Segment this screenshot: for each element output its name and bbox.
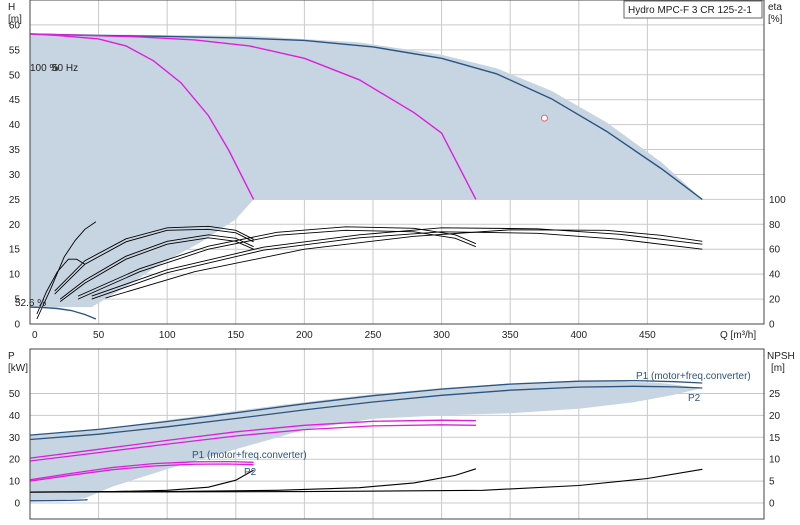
speed-low-label: 52.6 % xyxy=(15,298,46,309)
x-tick-label-150: 150 xyxy=(227,330,244,341)
freq-50hz-label: 50 Hz xyxy=(52,63,78,74)
h-tick-label-25: 25 xyxy=(9,195,21,206)
x-tick-label-200: 200 xyxy=(296,330,313,341)
h-tick-label-45: 45 xyxy=(9,95,21,106)
x-tick-label-400: 400 xyxy=(570,330,587,341)
lower-left-axis-unit: [kW] xyxy=(8,363,28,374)
x-tick-label-250: 250 xyxy=(365,330,382,341)
h-tick-label-20: 20 xyxy=(9,220,21,231)
x-tick-label-0: 0 xyxy=(32,330,38,341)
h-tick-label-40: 40 xyxy=(9,120,21,131)
lower-plot-area xyxy=(29,379,703,502)
lower-right-axis-label: NPSH xyxy=(767,351,795,362)
p-tick-label-30: 30 xyxy=(9,433,21,444)
upper-left-axis-unit: [m] xyxy=(8,14,22,25)
chart-canvas: 0 50 100 150 200 250 300 350 400 4500510152025303… xyxy=(8,0,795,520)
eta-tick-label-60: 60 xyxy=(769,245,781,256)
p-tick-label-0: 0 xyxy=(14,499,20,510)
upper-right-axis-label: eta xyxy=(768,2,782,13)
npsh-tick-label-0: 0 xyxy=(769,499,775,510)
eta-tick-label-100: 100 xyxy=(769,195,786,206)
x-tick-label-300: 300 xyxy=(433,330,450,341)
eta-tick-label-20: 20 xyxy=(769,295,781,306)
h-tick-label-50: 50 xyxy=(9,70,21,81)
upper-left-axis-label: H xyxy=(8,2,15,13)
x-tick-label-50: 50 xyxy=(93,330,105,341)
h-tick-label-30: 30 xyxy=(9,170,21,181)
chart-title: Hydro MPC-F 3 CR 125-2-1 xyxy=(628,5,752,16)
x-tick-label-350: 350 xyxy=(502,330,519,341)
x-tick-label-450: 450 xyxy=(639,330,656,341)
upper-right-axis-unit: [%] xyxy=(768,14,783,25)
p-tick-label-10: 10 xyxy=(9,477,21,488)
npsh-tick-label-5: 5 xyxy=(769,477,775,488)
p2-lower-label: P2 xyxy=(244,467,257,478)
pump-performance-chart: 0 50 100 150 200 250 300 350 400 450 0 5 10 15 20 25 30 3… xyxy=(0,0,800,525)
npsh-tick-label-25: 25 xyxy=(769,389,781,400)
upper-plot-area xyxy=(29,33,703,320)
h-tick-label-0: 0 xyxy=(14,320,20,331)
lower-left-axis-label: P xyxy=(8,351,15,362)
eta-tick-label-40: 40 xyxy=(769,270,781,281)
npsh-tick-label-15: 15 xyxy=(769,433,781,444)
h-tick-label-35: 35 xyxy=(9,145,21,156)
duty-point-marker xyxy=(540,114,548,122)
npsh-tick-label-20: 20 xyxy=(769,411,781,422)
p-tick-label-40: 40 xyxy=(9,411,21,422)
x-axis-label: Q [m³/h] xyxy=(720,330,756,341)
p-tick-label-50: 50 xyxy=(9,389,21,400)
eta-tick-label-80: 80 xyxy=(769,220,781,231)
p1-lower-label: P1 (motor+freq.converter) xyxy=(192,450,307,461)
h-tick-label-55: 55 xyxy=(9,45,21,56)
p-tick-label-20: 20 xyxy=(9,455,21,466)
lower-right-axis-unit: [m] xyxy=(771,363,785,374)
eta-tick-label-0: 0 xyxy=(769,320,775,331)
h-tick-label-10: 10 xyxy=(9,270,21,281)
p2-upper-label: P2 xyxy=(688,393,701,404)
p1-upper-label: P1 (motor+freq.converter) xyxy=(636,371,751,382)
npsh-tick-label-10: 10 xyxy=(769,455,781,466)
h-tick-label-15: 15 xyxy=(9,245,21,256)
x-tick-label-100: 100 xyxy=(159,330,176,341)
